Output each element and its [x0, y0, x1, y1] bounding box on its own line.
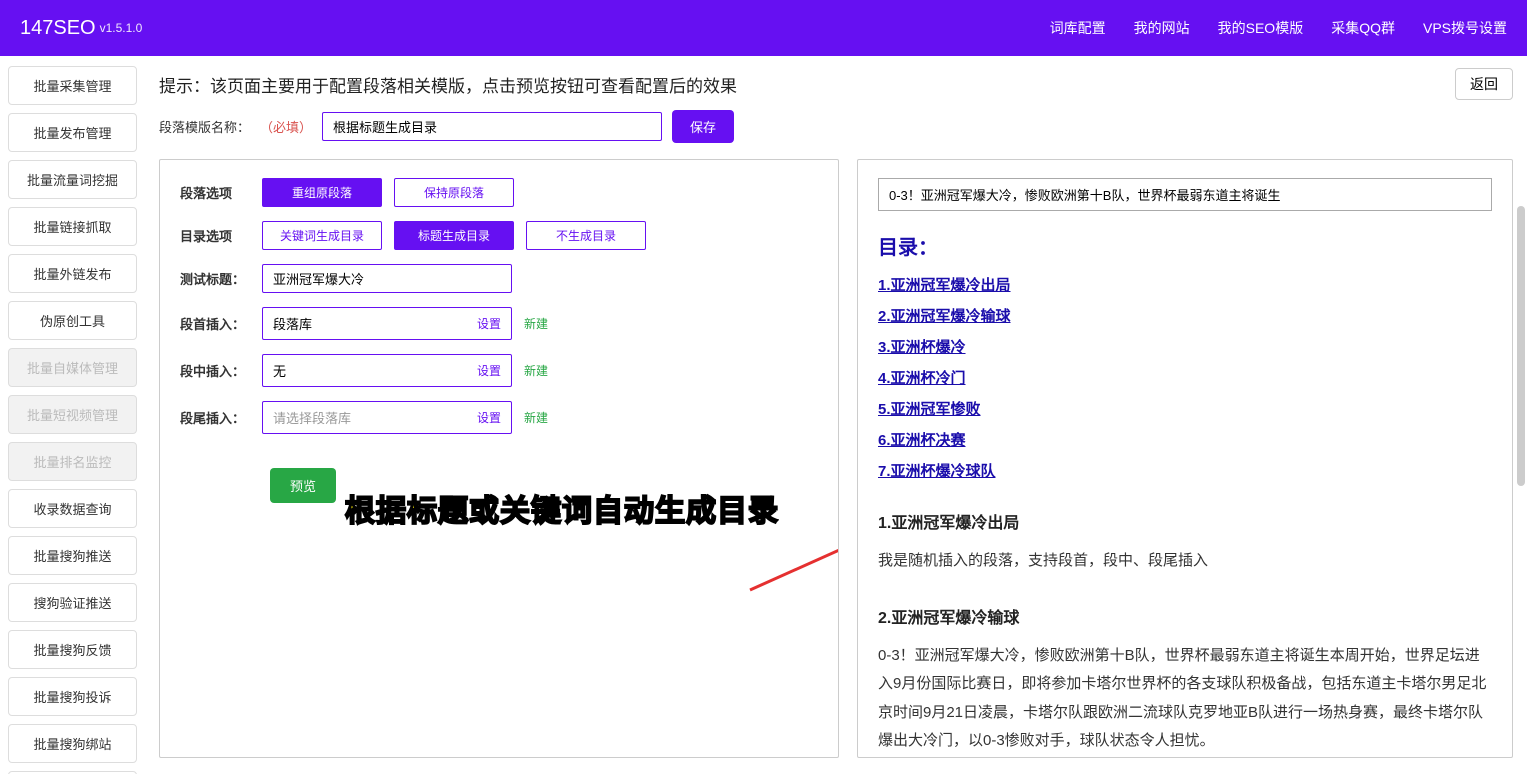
toc-option-label: 目录选项 [180, 226, 250, 245]
toc-item-3[interactable]: 4.亚洲杯冷门 [878, 367, 1492, 388]
preview-panel: 0-3！亚洲冠军爆大冷，惨败欧洲第十B队，世界杯最弱东道主将诞生 目录： 1.亚… [857, 159, 1513, 758]
sidebar-item-8: 批量排名监控 [8, 442, 137, 481]
toc-heading: 目录： [878, 231, 1492, 260]
sidebar-item-0[interactable]: 批量采集管理 [8, 66, 137, 105]
top-nav: 词库配置 我的网站 我的SEO模版 采集QQ群 VPS拨号设置 [1050, 18, 1507, 38]
nav-vps-dial[interactable]: VPS拨号设置 [1423, 18, 1507, 38]
toc-list: 1.亚洲冠军爆冷出局 2.亚洲冠军爆冷输球 3.亚洲杯爆冷 4.亚洲杯冷门 5.亚洲冠军… [878, 274, 1492, 481]
nav-qq-group[interactable]: 采集QQ群 [1331, 18, 1395, 38]
sidebar: 批量采集管理批量发布管理批量流量词挖掘批量链接抓取批量外链发布伪原创工具批量自媒… [0, 56, 145, 774]
insert-head-label: 段首插入： [180, 314, 250, 333]
insert-mid-label: 段中插入： [180, 361, 250, 380]
test-title-label: 测试标题： [180, 269, 250, 288]
nav-seo-templates[interactable]: 我的SEO模版 [1218, 18, 1304, 38]
nav-my-sites[interactable]: 我的网站 [1134, 18, 1190, 38]
toc-opt-none[interactable]: 不生成目录 [526, 221, 646, 250]
toc-item-4[interactable]: 5.亚洲冠军惨败 [878, 398, 1492, 419]
sidebar-item-5[interactable]: 伪原创工具 [8, 301, 137, 340]
back-button[interactable]: 返回 [1455, 68, 1513, 100]
insert-mid-settings[interactable]: 设置 [477, 362, 501, 379]
main-content: 提示：该页面主要用于配置段落相关模版，点击预览按钮可查看配置后的效果 返回 段落… [145, 56, 1527, 774]
section-body-0: 我是随机插入的段落，支持段首，段中、段尾插入 [878, 547, 1492, 576]
sidebar-item-6: 批量自媒体管理 [8, 348, 137, 387]
preview-button[interactable]: 预览 [270, 468, 336, 503]
sidebar-item-10[interactable]: 批量搜狗推送 [8, 536, 137, 575]
sidebar-item-13[interactable]: 批量搜狗投诉 [8, 677, 137, 716]
toc-item-2[interactable]: 3.亚洲杯爆冷 [878, 336, 1492, 357]
sidebar-item-4[interactable]: 批量外链发布 [8, 254, 137, 293]
toc-item-5[interactable]: 6.亚洲杯决赛 [878, 429, 1492, 450]
insert-tail-select[interactable]: 请选择段落库 设置 [262, 401, 512, 434]
insert-head-select[interactable]: 段落库 设置 [262, 307, 512, 340]
sidebar-item-2[interactable]: 批量流量词挖掘 [8, 160, 137, 199]
toc-item-6[interactable]: 7.亚洲杯爆冷球队 [878, 460, 1492, 481]
annotation-callout: 根据标题或关键词自动生成目录 [345, 486, 779, 530]
app-logo: 147SEO [20, 17, 96, 40]
toc-item-0[interactable]: 1.亚洲冠军爆冷出局 [878, 274, 1492, 295]
insert-tail-placeholder: 请选择段落库 [273, 408, 351, 427]
section-body-1: 0-3！亚洲冠军爆大冷，惨败欧洲第十B队，世界杯最弱东道主将诞生本周开始，世界足… [878, 642, 1492, 756]
insert-tail-label: 段尾插入： [180, 408, 250, 427]
test-title-input[interactable] [262, 264, 512, 293]
save-button[interactable]: 保存 [672, 110, 734, 143]
insert-tail-settings[interactable]: 设置 [477, 409, 501, 426]
sidebar-item-1[interactable]: 批量发布管理 [8, 113, 137, 152]
insert-mid-value: 无 [273, 361, 286, 380]
section-heading-0: 1.亚洲冠军爆冷出局 [878, 509, 1492, 533]
toc-opt-keyword[interactable]: 关键词生成目录 [262, 221, 382, 250]
sidebar-item-14[interactable]: 批量搜狗绑站 [8, 724, 137, 763]
insert-head-new[interactable]: 新建 [524, 315, 548, 332]
insert-mid-new[interactable]: 新建 [524, 362, 548, 379]
nav-keyword-config[interactable]: 词库配置 [1050, 18, 1106, 38]
template-name-input[interactable] [322, 112, 662, 141]
config-panel: 段落选项 重组原段落 保持原段落 目录选项 关键词生成目录 标题生成目录 不生成… [159, 159, 839, 758]
insert-head-settings[interactable]: 设置 [477, 315, 501, 332]
paragraph-option-label: 段落选项 [180, 183, 250, 202]
paragraph-opt-keep[interactable]: 保持原段落 [394, 178, 514, 207]
sidebar-item-3[interactable]: 批量链接抓取 [8, 207, 137, 246]
sidebar-item-11[interactable]: 搜狗验证推送 [8, 583, 137, 622]
template-name-label: 段落模版名称： [159, 117, 250, 136]
app-header: 147SEO v1.5.1.0 词库配置 我的网站 我的SEO模版 采集QQ群 … [0, 0, 1527, 56]
insert-tail-new[interactable]: 新建 [524, 409, 548, 426]
preview-headline: 0-3！亚洲冠军爆大冷，惨败欧洲第十B队，世界杯最弱东道主将诞生 [878, 178, 1492, 211]
required-marker: （必填） [260, 117, 312, 136]
paragraph-opt-reorganize[interactable]: 重组原段落 [262, 178, 382, 207]
insert-head-value: 段落库 [273, 314, 312, 333]
sidebar-item-12[interactable]: 批量搜狗反馈 [8, 630, 137, 669]
insert-mid-select[interactable]: 无 设置 [262, 354, 512, 387]
sidebar-item-7: 批量短视频管理 [8, 395, 137, 434]
toc-opt-title[interactable]: 标题生成目录 [394, 221, 514, 250]
toc-item-1[interactable]: 2.亚洲冠军爆冷输球 [878, 305, 1492, 326]
app-version: v1.5.1.0 [100, 21, 143, 35]
page-tip: 提示：该页面主要用于配置段落相关模版，点击预览按钮可查看配置后的效果 [159, 72, 737, 97]
sidebar-item-9[interactable]: 收录数据查询 [8, 489, 137, 528]
section-heading-1: 2.亚洲冠军爆冷输球 [878, 604, 1492, 628]
